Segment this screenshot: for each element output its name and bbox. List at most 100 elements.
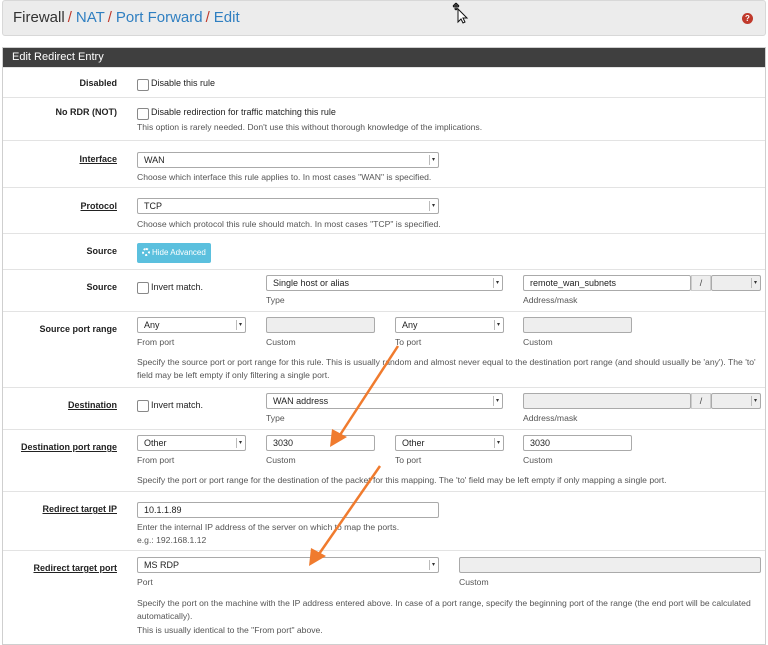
breadcrumb-separator: / [205,9,210,26]
destination-address-input[interactable] [523,393,691,409]
source-slash: / [691,275,711,291]
dest-custom-to-input[interactable]: 3030 [523,435,632,451]
disabled-checkbox[interactable] [137,79,149,91]
chevron-down-icon: ▾ [493,278,501,288]
panel-title: Edit Redirect Entry [3,48,765,67]
source-address-caption: Address/mask [523,295,578,305]
redirect-ip-example: e.g.: 192.168.1.12 [137,535,207,545]
dest-custom-from-input[interactable]: 3030 [266,435,375,451]
destination-slash: / [691,393,711,409]
redirect-port-select[interactable]: MS RDP ▾ [137,557,439,573]
nordr-help: This option is rarely needed. Don't use … [137,122,483,132]
breadcrumb-separator: / [107,9,112,26]
source-invert-checkbox[interactable] [137,282,149,294]
protocol-select[interactable]: TCP ▾ [137,198,439,214]
redirect-ip-label: Redirect target IP [42,504,117,514]
dest-to-port-value: Other [402,438,425,448]
chevron-down-icon: ▾ [429,201,437,211]
destination-type-select[interactable]: WAN address ▾ [266,393,503,409]
dest-port-label: Destination port range [20,442,117,452]
destination-type-value: WAN address [273,396,329,406]
breadcrumb-nat[interactable]: NAT [76,9,105,26]
dest-to-port-select[interactable]: Other ▾ [395,435,504,451]
breadcrumb-firewall[interactable]: Firewall [13,9,65,26]
row-redirect-port: Redirect target port MS RDP ▾ Port Custo… [3,550,765,644]
source-from-port-caption: From port [137,337,175,347]
destination-label: Destination [67,400,117,410]
dest-port-help: Specify the port or port range for the d… [137,475,667,485]
breadcrumb-bar: Firewall / NAT / Port Forward / Edit ? [2,0,766,36]
redirect-custom-port-input[interactable] [459,557,761,573]
source-invert-text: Invert match. [151,282,204,292]
nordr-label: No RDR (NOT) [55,107,118,117]
source-type-value: Single host or alias [273,278,350,288]
source-custom-to-caption: Custom [523,337,553,347]
row-source: Source Invert match. Single host or alia… [3,269,765,311]
dest-to-port-caption: To port [395,455,422,465]
dest-from-port-select[interactable]: Other ▾ [137,435,246,451]
hide-advanced-button[interactable]: Hide Advanced [137,243,211,263]
source-from-port-select[interactable]: Any ▾ [137,317,246,333]
dest-from-port-value: Other [144,438,167,448]
interface-help: Choose which interface this rule applies… [137,172,432,182]
redirect-port-label: Redirect target port [33,563,117,573]
breadcrumb-port-forward[interactable]: Port Forward [116,9,203,26]
source-type-select[interactable]: Single host or alias ▾ [266,275,503,291]
interface-select[interactable]: WAN ▾ [137,152,439,168]
source-custom-from-input[interactable] [266,317,375,333]
destination-invert-text: Invert match. [151,400,204,410]
source-adv-label: Source [86,246,117,256]
protocol-label: Protocol [80,201,117,211]
row-nordr: No RDR (NOT) Disable redirection for tra… [3,97,765,140]
destination-invert-checkbox[interactable] [137,400,149,412]
breadcrumb-edit[interactable]: Edit [214,9,240,26]
source-to-port-caption: To port [395,337,422,347]
source-mask-select[interactable]: ▾ [711,275,761,291]
dest-from-port-caption: From port [137,455,175,465]
hide-advanced-label: Hide Advanced [152,248,206,257]
source-port-help: Specify the source port or port range fo… [137,357,756,380]
interface-label: Interface [79,154,117,164]
source-type-caption: Type [266,295,285,305]
chevron-down-icon: ▾ [429,560,437,570]
breadcrumb-separator: / [67,9,72,26]
chevron-down-icon: ▾ [494,320,502,330]
redirect-port-help: Specify the port on the machine with the… [137,598,751,621]
question-icon[interactable]: ? [742,13,753,24]
destination-mask-select[interactable]: ▾ [711,393,761,409]
chevron-down-icon: ▾ [751,396,759,406]
redirect-port-caption: Port [137,577,153,587]
nordr-checkbox-text: Disable redirection for traffic matching… [151,107,336,117]
move-cursor-icon [452,2,469,24]
row-destination: Destination Invert match. WAN address ▾ … [3,387,765,429]
row-redirect-ip: Redirect target IP 10.1.1.89 Enter the i… [3,491,765,550]
source-to-port-value: Any [402,320,418,330]
redirect-ip-help: Enter the internal IP address of the ser… [137,522,400,532]
chevron-down-icon: ▾ [429,155,437,165]
disabled-checkbox-text: Disable this rule [151,78,216,88]
redirect-port-value: MS RDP [144,560,180,570]
source-custom-from-caption: Custom [266,337,296,347]
source-from-port-value: Any [144,320,160,330]
destination-address-caption: Address/mask [523,413,578,423]
destination-type-caption: Type [266,413,285,423]
protocol-help: Choose which protocol this rule should m… [137,219,441,229]
source-to-port-select[interactable]: Any ▾ [395,317,504,333]
redirect-custom-port-caption: Custom [459,577,489,587]
protocol-value: TCP [144,201,162,211]
row-source-advanced: Source Hide Advanced [3,233,765,269]
nordr-checkbox[interactable] [137,108,149,120]
chevron-down-icon: ▾ [494,438,502,448]
row-protocol: Protocol TCP ▾ Choose which protocol thi… [3,187,765,233]
gear-icon [142,248,150,256]
source-custom-to-input[interactable] [523,317,632,333]
row-disabled: Disabled Disable this rule [3,67,765,97]
interface-value: WAN [144,155,165,165]
disabled-label: Disabled [79,78,117,88]
source-label: Source [86,282,117,292]
redirect-ip-input[interactable]: 10.1.1.89 [137,502,439,518]
row-source-port: Source port range Any ▾ From port Custom… [3,311,765,387]
chevron-down-icon: ▾ [236,320,244,330]
chevron-down-icon: ▾ [236,438,244,448]
source-address-input[interactable]: remote_wan_subnets [523,275,691,291]
